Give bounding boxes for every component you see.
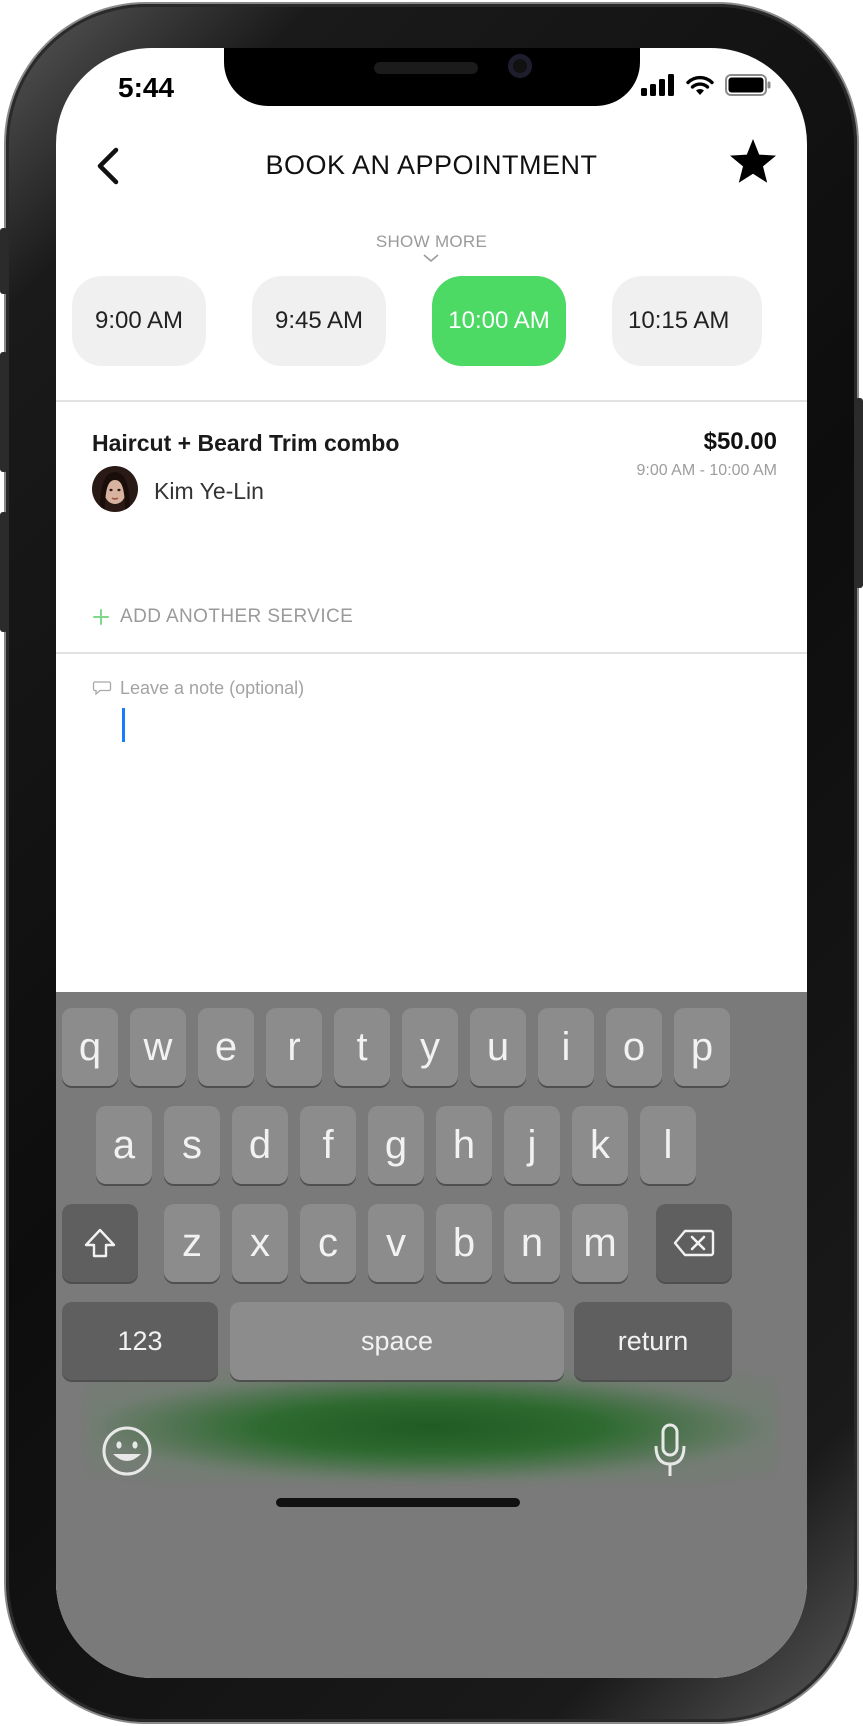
speech-bubble-icon <box>92 681 112 696</box>
key-i[interactable]: i <box>538 1008 594 1086</box>
key-n[interactable]: n <box>504 1204 560 1282</box>
shift-icon <box>84 1228 116 1258</box>
divider <box>56 400 807 402</box>
battery-icon <box>725 74 771 96</box>
key-r[interactable]: r <box>266 1008 322 1086</box>
key-a[interactable]: a <box>96 1106 152 1184</box>
show-more-link[interactable]: SHOW MORE <box>56 232 807 252</box>
key-s[interactable]: s <box>164 1106 220 1184</box>
power-button <box>855 398 863 588</box>
service-price: $50.00 <box>703 428 777 455</box>
chevron-down-icon[interactable] <box>422 253 440 263</box>
key-v[interactable]: v <box>368 1204 424 1282</box>
key-m[interactable]: m <box>572 1204 628 1282</box>
time-slot-1000-selected[interactable]: 10:00 AM <box>432 276 566 366</box>
notch <box>224 48 640 106</box>
add-service-label: ADD ANOTHER SERVICE <box>120 606 354 627</box>
key-j[interactable]: j <box>504 1106 560 1184</box>
key-l[interactable]: l <box>640 1106 696 1184</box>
key-u[interactable]: u <box>470 1008 526 1086</box>
speaker-grille <box>374 62 478 74</box>
return-key[interactable]: return <box>574 1302 732 1380</box>
key-f[interactable]: f <box>300 1106 356 1184</box>
key-k[interactable]: k <box>572 1106 628 1184</box>
volume-up-button <box>0 352 8 472</box>
note-input[interactable]: Leave a note (optional) <box>92 674 777 794</box>
note-placeholder: Leave a note (optional) <box>120 678 305 698</box>
stylist-name: Kim Ye-Lin <box>154 478 264 504</box>
service-name: Haircut + Beard Trim combo <box>92 430 400 456</box>
time-slot-1015[interactable]: 10:15 AM <box>612 276 762 366</box>
star-icon <box>730 139 776 183</box>
key-o[interactable]: o <box>606 1008 662 1086</box>
key-z[interactable]: z <box>164 1204 220 1282</box>
key-h[interactable]: h <box>436 1106 492 1184</box>
text-cursor <box>122 708 125 742</box>
backspace-icon <box>673 1229 715 1257</box>
key-e[interactable]: e <box>198 1008 254 1086</box>
plus-icon <box>93 609 109 625</box>
phone-screen: 5:44 BOOK AN APPOINTMENT SHOW MORE 9:00 … <box>56 48 807 1678</box>
time-slot-945[interactable]: 9:45 AM <box>252 276 386 366</box>
key-g[interactable]: g <box>368 1106 424 1184</box>
key-q[interactable]: q <box>62 1008 118 1086</box>
delete-key[interactable] <box>656 1204 732 1282</box>
key-b[interactable]: b <box>436 1204 492 1282</box>
home-indicator <box>276 1498 520 1507</box>
microphone-icon[interactable] <box>650 1422 690 1480</box>
key-x[interactable]: x <box>232 1204 288 1282</box>
key-c[interactable]: c <box>300 1204 356 1282</box>
key-d[interactable]: d <box>232 1106 288 1184</box>
key-t[interactable]: t <box>334 1008 390 1086</box>
signal-icon <box>641 74 674 96</box>
emoji-icon[interactable] <box>100 1424 154 1478</box>
numbers-key[interactable]: 123 <box>62 1302 218 1380</box>
volume-down-button <box>0 512 8 632</box>
status-time: 5:44 <box>118 72 175 103</box>
mute-switch <box>0 228 8 294</box>
page-title: BOOK AN APPOINTMENT <box>265 150 598 180</box>
front-camera <box>508 54 532 78</box>
shift-key[interactable] <box>62 1204 138 1282</box>
time-slot-900[interactable]: 9:00 AM <box>72 276 206 366</box>
wifi-icon <box>686 75 714 95</box>
add-another-service-button[interactable]: ADD ANOTHER SERVICE <box>92 606 353 628</box>
avatar <box>92 466 138 512</box>
status-icons <box>641 74 771 96</box>
stylist-avatar-image <box>92 466 138 512</box>
divider <box>56 652 807 654</box>
key-w[interactable]: w <box>130 1008 186 1086</box>
service-time-range: 9:00 AM - 10:00 AM <box>636 462 777 479</box>
keyboard: q w e r t y u i o p a s d f g h j k l z … <box>56 992 807 1678</box>
key-p[interactable]: p <box>674 1008 730 1086</box>
favorite-button[interactable] <box>725 134 781 190</box>
key-y[interactable]: y <box>402 1008 458 1086</box>
space-key[interactable]: space <box>230 1302 564 1380</box>
